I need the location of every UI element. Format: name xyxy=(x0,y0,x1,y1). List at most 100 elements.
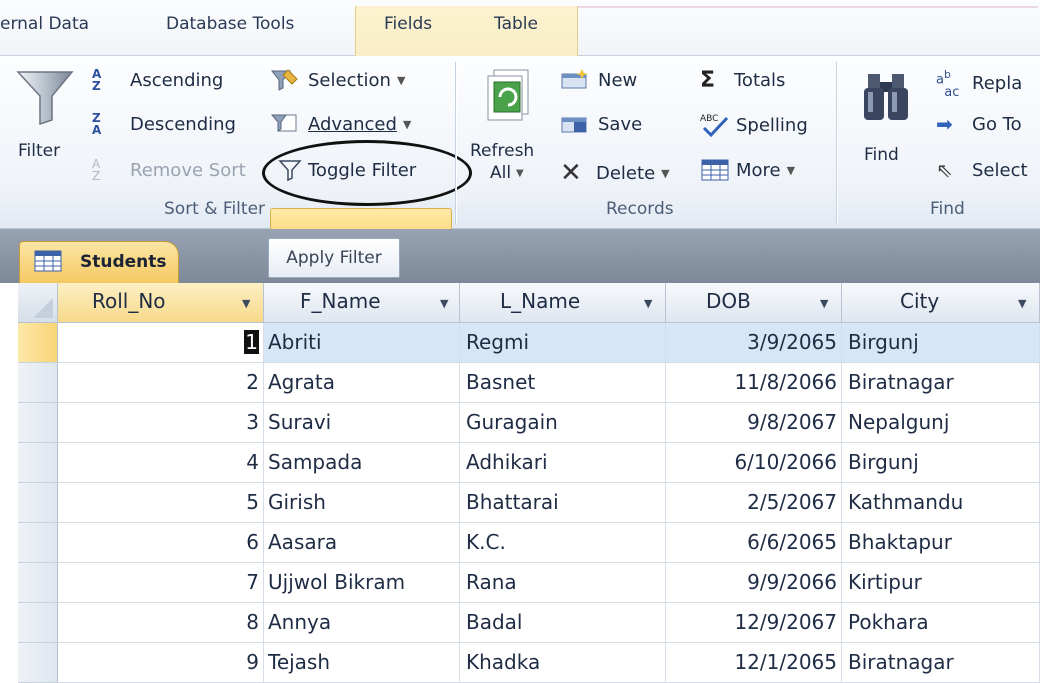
ascending-button[interactable]: AZ Ascending xyxy=(92,68,223,92)
cell-city[interactable]: Kirtipur xyxy=(842,563,1040,603)
cell-roll-no[interactable]: 2 xyxy=(58,363,264,403)
tab-students[interactable]: Students xyxy=(19,241,179,283)
cell-l-name[interactable]: Bhattarai xyxy=(460,483,666,523)
column-header-city[interactable]: City ▼ xyxy=(842,283,1040,323)
save-record-icon xyxy=(561,117,587,133)
dropdown-arrow-icon[interactable]: ▼ xyxy=(242,297,250,310)
column-header-l-name[interactable]: L_Name ▼ xyxy=(460,283,666,323)
cell-f-name[interactable]: Suravi xyxy=(264,403,460,443)
cell-dob[interactable]: 9/8/2067 xyxy=(666,403,842,443)
table-row[interactable]: 1 Abriti Regmi 3/9/2065 Birgunj xyxy=(18,323,1040,363)
cell-dob[interactable]: 3/9/2065 xyxy=(666,323,842,363)
cell-dob[interactable]: 6/6/2065 xyxy=(666,523,842,563)
dropdown-arrow-icon[interactable]: ▼ xyxy=(644,297,652,310)
totals-button[interactable]: Σ Totals xyxy=(700,68,785,93)
delete-record-button[interactable]: ✕ Delete ▼ xyxy=(560,158,670,188)
selection-filter-icon xyxy=(270,69,298,91)
cell-l-name[interactable]: Rana xyxy=(460,563,666,603)
cell-roll-no[interactable]: 8 xyxy=(58,603,264,643)
cell-city[interactable]: Pokhara xyxy=(842,603,1040,643)
record-selector[interactable] xyxy=(18,643,58,683)
table-row[interactable]: 7 Ujjwol Bikram Rana 9/9/2066 Kirtipur xyxy=(18,563,1040,603)
dropdown-arrow-icon[interactable]: ▼ xyxy=(1018,297,1026,310)
table-row[interactable]: 2 Agrata Basnet 11/8/2066 Biratnagar xyxy=(18,363,1040,403)
tab-table[interactable]: Table xyxy=(494,14,538,34)
spelling-button[interactable]: ABC Spelling xyxy=(700,112,808,138)
refresh-all-button[interactable]: Refresh All ▼ xyxy=(466,64,550,194)
replace-button[interactable]: ab ac Repla xyxy=(936,68,1022,99)
table-row[interactable]: 5 Girish Bhattarai 2/5/2067 Kathmandu xyxy=(18,483,1040,523)
cell-l-name[interactable]: Basnet xyxy=(460,363,666,403)
column-header-f-name[interactable]: F_Name ▼ xyxy=(264,283,460,323)
cell-l-name[interactable]: Regmi xyxy=(460,323,666,363)
cell-dob[interactable]: 9/9/2066 xyxy=(666,563,842,603)
cell-f-name[interactable]: Abriti xyxy=(264,323,460,363)
record-selector[interactable] xyxy=(18,523,58,563)
cell-city[interactable]: Birgunj xyxy=(842,443,1040,483)
cell-roll-no[interactable]: 3 xyxy=(58,403,264,443)
dropdown-arrow-icon[interactable]: ▼ xyxy=(440,297,448,310)
cell-city[interactable]: Birgunj xyxy=(842,323,1040,363)
cell-roll-no[interactable]: 1 xyxy=(58,323,264,363)
cell-f-name[interactable]: Agrata xyxy=(264,363,460,403)
save-record-button[interactable]: Save xyxy=(560,112,642,136)
cell-roll-no[interactable]: 7 xyxy=(58,563,264,603)
table-row[interactable]: 4 Sampada Adhikari 6/10/2066 Birgunj xyxy=(18,443,1040,483)
cell-city[interactable]: Bhaktapur xyxy=(842,523,1040,563)
go-to-button[interactable]: ➡ Go To xyxy=(936,112,1022,136)
cell-roll-no[interactable]: 6 xyxy=(58,523,264,563)
remove-sort-button[interactable]: AZ Remove Sort xyxy=(92,158,246,182)
cell-f-name[interactable]: Aasara xyxy=(264,523,460,563)
cell-dob[interactable]: 2/5/2067 xyxy=(666,483,842,523)
record-selector[interactable] xyxy=(18,563,58,603)
record-selector[interactable] xyxy=(18,603,58,643)
record-selector[interactable] xyxy=(18,403,58,443)
selection-button[interactable]: Selection ▼ xyxy=(270,68,405,92)
record-selector[interactable] xyxy=(18,323,58,363)
find-button[interactable]: Find xyxy=(848,64,928,194)
cell-f-name[interactable]: Annya xyxy=(264,603,460,643)
column-header-roll-no[interactable]: Roll_No ▼ xyxy=(58,283,264,323)
table-row[interactable]: 8 Annya Badal 12/9/2067 Pokhara xyxy=(18,603,1040,643)
chevron-down-icon: ▼ xyxy=(786,163,796,177)
cell-dob[interactable]: 12/9/2067 xyxy=(666,603,842,643)
record-selector[interactable] xyxy=(18,363,58,403)
tab-fields[interactable]: Fields xyxy=(384,14,432,34)
cell-f-name[interactable]: Tejash xyxy=(264,643,460,683)
cell-f-name[interactable]: Girish xyxy=(264,483,460,523)
cell-roll-no[interactable]: 9 xyxy=(58,643,264,683)
record-selector[interactable] xyxy=(18,443,58,483)
advanced-button[interactable]: Advanced ▼ xyxy=(270,112,411,136)
select-all-corner[interactable] xyxy=(18,283,58,323)
cell-l-name[interactable]: Badal xyxy=(460,603,666,643)
cell-roll-no[interactable]: 5 xyxy=(58,483,264,523)
cell-dob[interactable]: 11/8/2066 xyxy=(666,363,842,403)
record-selector[interactable] xyxy=(18,483,58,523)
tab-external-data[interactable]: ernal Data xyxy=(0,14,89,34)
table-row[interactable]: 9 Tejash Khadka 12/1/2065 Biratnagar xyxy=(18,643,1040,683)
new-record-button[interactable]: New xyxy=(560,68,637,92)
cell-city[interactable]: Biratnagar xyxy=(842,643,1040,683)
select-button[interactable]: ⇖ Select xyxy=(936,158,1028,182)
cell-l-name[interactable]: Khadka xyxy=(460,643,666,683)
more-button[interactable]: More ▼ xyxy=(700,158,795,182)
column-header-label: F_Name xyxy=(300,289,381,313)
cell-l-name[interactable]: Adhikari xyxy=(460,443,666,483)
cell-l-name[interactable]: Guragain xyxy=(460,403,666,443)
cell-city[interactable]: Biratnagar xyxy=(842,363,1040,403)
cell-l-name[interactable]: K.C. xyxy=(460,523,666,563)
dropdown-arrow-icon[interactable]: ▼ xyxy=(820,297,828,310)
cell-dob[interactable]: 12/1/2065 xyxy=(666,643,842,683)
table-row[interactable]: 3 Suravi Guragain 9/8/2067 Nepalgunj xyxy=(18,403,1040,443)
cell-city[interactable]: Kathmandu xyxy=(842,483,1040,523)
cell-f-name[interactable]: Sampada xyxy=(264,443,460,483)
descending-button[interactable]: ZA Descending xyxy=(92,112,236,136)
cell-city[interactable]: Nepalgunj xyxy=(842,403,1040,443)
cell-f-name[interactable]: Ujjwol Bikram xyxy=(264,563,460,603)
cell-roll-no[interactable]: 4 xyxy=(58,443,264,483)
cell-dob[interactable]: 6/10/2066 xyxy=(666,443,842,483)
filter-button[interactable]: Filter xyxy=(10,62,78,182)
table-row[interactable]: 6 Aasara K.C. 6/6/2065 Bhaktapur xyxy=(18,523,1040,563)
tab-database-tools[interactable]: Database Tools xyxy=(166,14,294,34)
column-header-dob[interactable]: DOB ▼ xyxy=(666,283,842,323)
